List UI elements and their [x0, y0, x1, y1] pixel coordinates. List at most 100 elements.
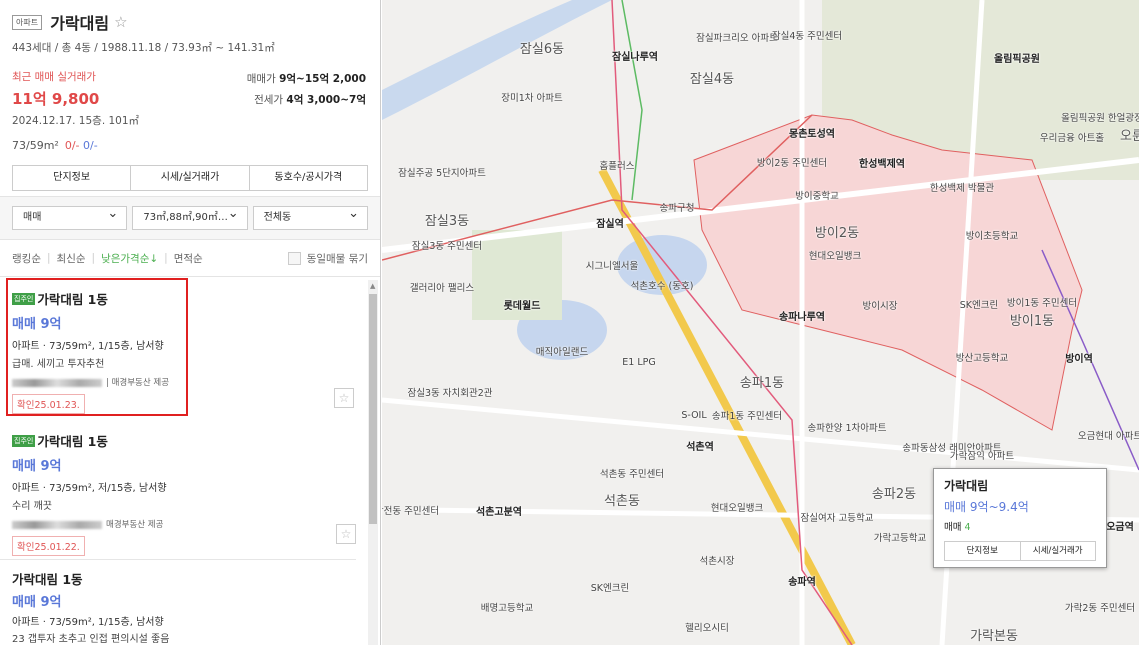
map-label[interactable]: 잠실여자 고등학교 [801, 510, 874, 524]
map-label[interactable]: 잠실주공 5단지아파트 [398, 165, 486, 179]
map-label[interactable]: 석촌호수 (동호) [631, 278, 694, 292]
map-label[interactable]: 삼전동 주민센터 [382, 503, 439, 517]
map-label[interactable]: 가락본동 [970, 625, 1018, 644]
map-label[interactable]: 가락2동 주민센터 [1065, 600, 1135, 614]
map-label[interactable]: 우리금융 아트홀 [1040, 130, 1104, 144]
map-label[interactable]: 석촌동 주민센터 [600, 466, 664, 480]
popup-price: 매매 9억~9.4억 [944, 500, 1029, 514]
popup-price-button[interactable]: 시세/실거래가 [1021, 542, 1096, 560]
map-label[interactable]: 장미1차 아파트 [501, 90, 563, 104]
favorite-star-icon[interactable]: ☆ [336, 524, 356, 544]
map-label[interactable]: 시그니엘서울 [586, 258, 638, 272]
map-label[interactable]: 방이중학교 [795, 188, 839, 202]
jeonse-range: 전세가 4억 3,000~7억 [254, 92, 366, 107]
map-label[interactable]: 잠실3동 자치회관2관 [407, 385, 492, 399]
complex-info: 443세대 / 총 4동 / 1988.11.18 / 73.93㎡ ~ 141… [12, 42, 275, 54]
map-label[interactable]: 한성백제역 [859, 155, 905, 170]
sort-area[interactable]: 면적순 [174, 251, 203, 266]
favorite-star-icon[interactable]: ☆ [114, 13, 127, 31]
map-label[interactable]: 잠실3동 주민센터 [412, 238, 482, 252]
map-label[interactable]: 방이1동 [1010, 310, 1054, 329]
list-item[interactable]: 집주인 가락대림 1동 매매 9억 아파트 · 73/59m², 저/15층, 남… [0, 420, 356, 560]
map-label[interactable]: 송파2동 [872, 483, 916, 502]
favorite-star-icon[interactable]: ☆ [334, 388, 354, 408]
map-label[interactable]: 송파구청 [660, 200, 695, 214]
map-label[interactable]: 잠실4동 [690, 68, 734, 87]
list-scrollbar[interactable]: ▲ [368, 280, 378, 645]
map-label[interactable]: 가락고등학교 [874, 530, 926, 544]
map-label[interactable]: 송파1동 주민센터 [712, 408, 782, 422]
map-label[interactable]: 오륜 [1120, 125, 1139, 144]
tab-price-history[interactable]: 시세/실거래가 [131, 166, 250, 190]
listing-desc: 아파트 · 73/59m², 1/15층, 남서향 [12, 617, 164, 628]
complex-popup[interactable]: 가락대림 매매 9억~9.4억 매매 4 단지정보 시세/실거래가 [933, 468, 1107, 568]
map-label[interactable]: 방이2동 [815, 222, 859, 241]
complex-header: 아파트 가락대림 ☆ 443세대 / 총 4동 / 1988.11.18 / 7… [0, 0, 380, 196]
area-select[interactable]: 73㎡,88㎡,90㎡… [132, 203, 248, 230]
map-label[interactable]: 갤러리아 팰리스 [410, 280, 474, 294]
rent-count: 0/- [83, 139, 98, 152]
listing-price: 매매 9억 [12, 317, 62, 332]
group-label: 동일매물 묶기 [306, 252, 368, 265]
tab-unit-public-price[interactable]: 동호수/공시가격 [250, 166, 367, 190]
sale-value: 9억~15억 2,000 [279, 73, 366, 85]
map-label[interactable]: S-OIL [681, 410, 706, 421]
confirmed-date: 확인25.01.22. [12, 536, 85, 556]
listing-name: 가락대림 1동 [37, 434, 108, 449]
map-label[interactable]: 송파역 [788, 573, 816, 588]
map-label[interactable]: 송파1동 [740, 372, 784, 391]
sort-low-price[interactable]: 낮은가격순↓ [101, 251, 158, 266]
map-label[interactable]: 홈플러스 [600, 158, 635, 172]
popup-title: 가락대림 [944, 479, 989, 493]
map-label[interactable]: 배명고등학교 [481, 600, 533, 614]
list-item[interactable]: 가락대림 1동 매매 9억 아파트 · 73/59m², 1/15층, 남서향 … [0, 560, 356, 645]
map-label[interactable]: SK엔크린 [960, 297, 998, 311]
map-label[interactable]: 방이1동 주민센터 [1007, 295, 1077, 309]
listing-panel: 아파트 가락대림 ☆ 443세대 / 총 4동 / 1988.11.18 / 7… [0, 0, 381, 645]
map-label[interactable]: 송파한양 1차아파트 [808, 420, 887, 434]
popup-complex-info-button[interactable]: 단지정보 [945, 542, 1021, 560]
group-checkbox[interactable] [287, 251, 301, 265]
list-item[interactable]: 집주인 가락대림 1동 매매 9억 아파트 · 73/59m², 1/15층, 남… [6, 278, 188, 416]
map-label[interactable]: 헬리오시티 [685, 620, 729, 634]
map-label[interactable]: 현대오일뱅크 [711, 500, 763, 514]
map-label[interactable]: 오금현대 아파트 [1078, 428, 1139, 442]
map-label[interactable]: 잠실역 [596, 215, 624, 230]
popup-count-value: 4 [964, 522, 971, 533]
map-label[interactable]: 현대오일뱅크 [809, 248, 861, 262]
map-label[interactable]: 롯데월드 [504, 297, 541, 312]
map-label[interactable]: 몽촌토성역 [789, 125, 835, 140]
map-label[interactable]: 잠실파크리오 아파트 [696, 30, 778, 44]
tab-complex-info[interactable]: 단지정보 [13, 166, 132, 190]
sort-latest[interactable]: 최신순 [57, 251, 86, 266]
map-label[interactable]: 올림픽공원 한얼광장 [1061, 110, 1139, 124]
map-label[interactable]: 방이2동 주민센터 [757, 155, 827, 169]
map-label[interactable]: SK엔크린 [591, 580, 629, 594]
map-label[interactable]: E1 LPG [622, 357, 655, 368]
map-label[interactable]: 잠실4동 주민센터 [772, 28, 842, 42]
map-label[interactable]: 방이시장 [863, 298, 898, 312]
map-label[interactable]: 송파동삼성 래미안아파트 [902, 440, 1001, 454]
trade-type-select[interactable]: 매매 [12, 203, 128, 230]
map-label[interactable]: 석촌시장 [700, 553, 735, 567]
map-label[interactable]: 석촌역 [686, 438, 714, 453]
listing-name: 가락대림 1동 [37, 292, 108, 307]
scrollbar-thumb[interactable] [369, 294, 377, 524]
map-label[interactable]: 올림픽공원 [994, 50, 1040, 65]
map-label[interactable]: 방산고등학교 [956, 350, 1008, 364]
map-view[interactable]: 잠실6동잠실나루역 잠실파크리오 아파트 잠실4동 주민센터잠실4동 올림픽공원몽촌토… [382, 0, 1139, 645]
dong-select[interactable]: 전체동 [252, 203, 368, 230]
map-label[interactable]: 잠실나루역 [612, 48, 658, 63]
map-label[interactable]: 잠실6동 [520, 38, 564, 57]
map-label[interactable]: 오금역 [1106, 518, 1134, 533]
map-label[interactable]: 잠실3동 [425, 210, 469, 229]
map-label[interactable]: 석촌동 [604, 490, 640, 509]
map-label[interactable]: 방이역 [1065, 350, 1093, 365]
map-label[interactable]: 석촌고분역 [476, 503, 522, 518]
map-label[interactable]: 송파나루역 [779, 308, 825, 323]
map-label[interactable]: 매직아일랜드 [536, 344, 588, 358]
sort-bar: 랭킹순 | 최신순 | 낮은가격순↓ | 면적순 동일매물 묶기 [0, 240, 380, 277]
map-label[interactable]: 방이초등학교 [966, 228, 1018, 242]
sort-ranking[interactable]: 랭킹순 [12, 251, 41, 266]
map-label[interactable]: 한성백제 박물관 [930, 180, 994, 194]
